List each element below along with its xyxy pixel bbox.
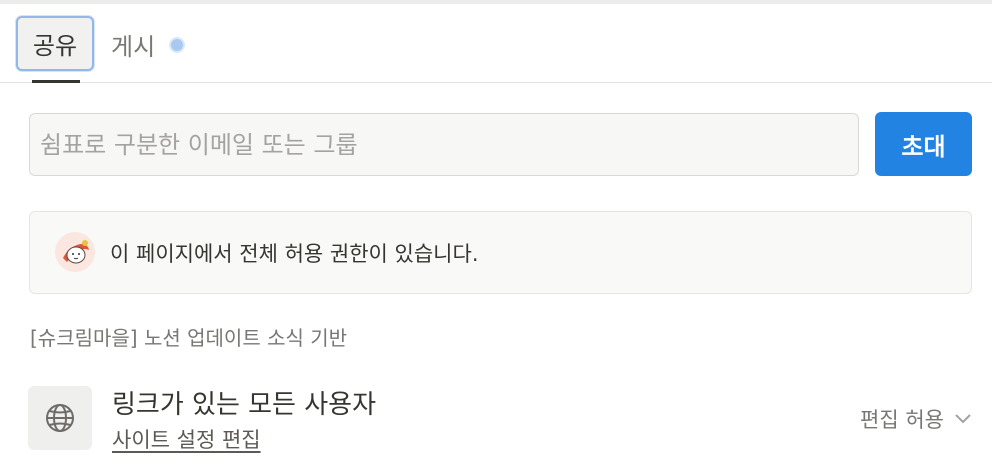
permission-level-value: 편집 허용	[860, 408, 944, 432]
link-access-title: 링크가 있는 모든 사용자	[112, 390, 376, 420]
link-access-row: 링크가 있는 모든 사용자 사이트 설정 편집 편집 허용	[28, 384, 972, 454]
workspace-name: [슈크림마을] 노션 업데이트 소식 기반	[30, 326, 348, 350]
tab-publish[interactable]: 게시	[111, 26, 186, 62]
globe-icon	[46, 404, 74, 432]
tab-share-label: 공유	[32, 32, 78, 60]
invite-button[interactable]: 초대	[875, 112, 972, 176]
tab-bar: 공유 게시	[0, 4, 992, 83]
tab-publish-label: 게시	[111, 32, 156, 61]
permission-level-select[interactable]: 편집 허용	[860, 404, 972, 434]
active-tab-indicator	[32, 80, 80, 83]
publish-status-dot-icon	[169, 37, 186, 53]
globe-icon-container	[28, 386, 92, 450]
edit-site-settings-link[interactable]: 사이트 설정 편집	[112, 424, 261, 454]
avatar-illustration-icon	[55, 232, 95, 272]
avatar	[55, 232, 95, 272]
permission-notice-text: 이 페이지에서 전체 허용 권한이 있습니다.	[110, 242, 479, 266]
tab-share[interactable]: 공유	[16, 16, 94, 71]
invite-email-input[interactable]	[29, 113, 859, 176]
chevron-down-icon	[955, 414, 971, 424]
invite-button-label: 초대	[901, 132, 946, 161]
permission-notice: 이 페이지에서 전체 허용 권한이 있습니다.	[29, 211, 972, 294]
